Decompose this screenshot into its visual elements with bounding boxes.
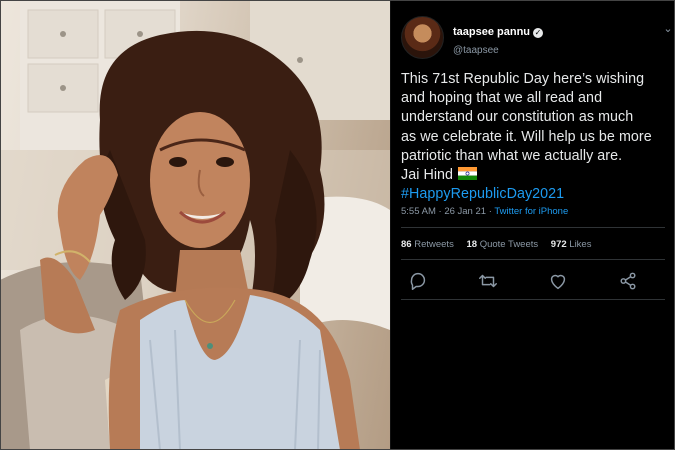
tweet-header: taapsee pannu ✓ @taapsee ⌄ [401, 14, 673, 62]
tweet-line: as we celebrate it. Will help us be more [401, 128, 652, 145]
like-icon[interactable] [547, 270, 569, 292]
retweets-label: Retweets [414, 239, 454, 250]
tweet-line: patriotic than what we actually are. [401, 147, 623, 164]
tweet-date[interactable]: 26 Jan 21 [444, 206, 486, 217]
retweet-icon[interactable] [477, 270, 499, 292]
tweet-stats: 86 Retweets 18 Quote Tweets 972 Likes [401, 239, 591, 250]
reply-icon[interactable] [407, 270, 429, 292]
tweet-line: This 71st Republic Day here’s wishing [401, 71, 645, 87]
divider [401, 299, 665, 300]
tweet-panel: taapsee pannu ✓ @taapsee ⌄ This 71st Repu… [390, 0, 675, 450]
display-name[interactable]: taapsee pannu [453, 26, 530, 38]
divider [401, 259, 665, 260]
verified-badge-icon: ✓ [533, 28, 544, 38]
retweets-count: 86 [401, 239, 412, 250]
tweet-text: This 71st Republic Day here’s wishing an… [401, 70, 673, 204]
tweet-line: and hoping that we all read and [401, 90, 603, 107]
retweets-stat[interactable]: 86 Retweets [401, 239, 454, 250]
tweet-meta: 5:55 AM · 26 Jan 21 · Twitter for iPhone [401, 206, 568, 217]
tweet-line: understand our constitution as much [401, 109, 634, 126]
quotes-label: Quote Tweets [479, 239, 539, 250]
meta-separator: · [438, 206, 442, 217]
quotes-stat[interactable]: 18 Quote Tweets [466, 239, 538, 250]
hashtag-link[interactable]: #HappyRepublicDay2021 [401, 185, 673, 204]
india-flag-icon [458, 167, 478, 181]
photo-panel [0, 0, 390, 450]
likes-stat[interactable]: 972 Likes [551, 239, 592, 250]
tweet-line: Jai Hind [401, 167, 454, 184]
author-names: taapsee pannu ✓ @taapsee [453, 22, 544, 56]
tweet-line-with-flag: Jai Hind [401, 166, 673, 185]
divider [401, 227, 665, 228]
meta-separator: · [488, 206, 492, 217]
woman-photo [0, 0, 390, 450]
tweet-source-link[interactable]: Twitter for iPhone [494, 206, 568, 217]
share-icon[interactable] [617, 270, 639, 292]
tweet-actions [401, 270, 665, 292]
likes-label: Likes [569, 239, 592, 250]
chevron-down-icon[interactable]: ⌄ [661, 22, 675, 36]
likes-count: 972 [550, 239, 567, 250]
tweet-time[interactable]: 5:55 AM [401, 206, 436, 217]
avatar[interactable] [401, 16, 444, 59]
user-handle[interactable]: @taapsee [453, 45, 543, 56]
quotes-count: 18 [466, 239, 478, 250]
